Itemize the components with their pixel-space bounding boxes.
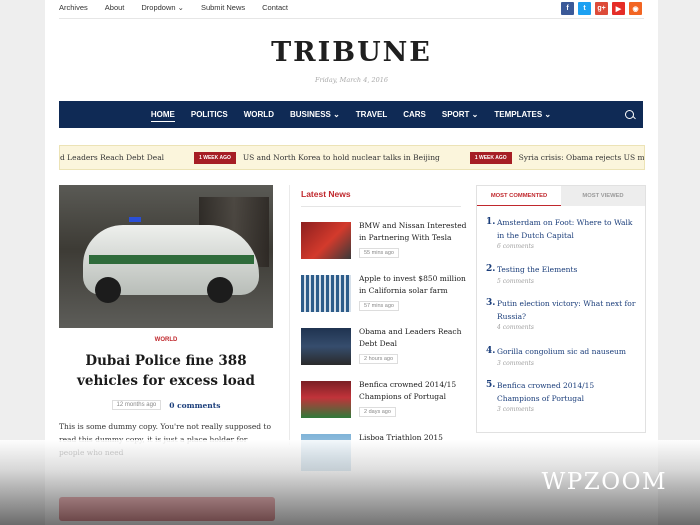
news-time: 55 mins ago xyxy=(359,248,399,258)
social-icons: f t g+ ▶ ◉ xyxy=(561,2,642,15)
nav-cars[interactable]: CARS xyxy=(403,101,426,128)
news-ticker: d Leaders Reach Debt Deal 1 WEEK AGO US … xyxy=(59,145,645,170)
main-nav: HOME POLITICS WORLD BUSINESS ⌄ TRAVEL CA… xyxy=(59,101,643,128)
news-time: 2 hours ago xyxy=(359,354,399,364)
latest-news-item[interactable]: Apple to invest $850 million in Californ… xyxy=(301,273,471,323)
list-item-title[interactable]: Testing the Elements xyxy=(497,264,637,277)
news-thumbnail[interactable] xyxy=(301,328,351,365)
news-time: 57 mins ago xyxy=(359,301,399,311)
nav-world[interactable]: WORLD xyxy=(244,101,274,128)
top-nav-archives[interactable]: Archives xyxy=(59,3,88,13)
divider xyxy=(301,206,461,207)
ticker-item[interactable]: US and North Korea to hold nuclear talks… xyxy=(243,153,440,162)
list-item-title[interactable]: Gorilla congolium sic ad nauseum xyxy=(497,346,637,359)
list-item-title[interactable]: Benfica crowned 2014/15 Champions of Por… xyxy=(497,380,637,405)
wheel-shape xyxy=(207,277,233,303)
search-icon[interactable] xyxy=(625,110,634,119)
list-number: 5. xyxy=(486,380,496,390)
header-date: Friday, March 4, 2016 xyxy=(314,76,388,84)
twitter-icon[interactable]: t xyxy=(578,2,591,15)
list-item-comments: 3 comments xyxy=(497,360,534,367)
list-item-title[interactable]: Amsterdam on Foot: Where to Walk in the … xyxy=(497,217,637,242)
latest-news-heading: Latest News xyxy=(301,189,351,199)
featured-image[interactable] xyxy=(59,185,273,328)
news-title[interactable]: Obama and Leaders Reach Debt Deal xyxy=(359,326,469,349)
featured-meta: 12 months ago 0 comments xyxy=(59,400,273,410)
column-divider xyxy=(289,185,290,445)
featured-time: 12 months ago xyxy=(111,400,162,410)
news-title[interactable]: BMW and Nissan Interested in Partnering … xyxy=(359,220,469,243)
tab-most-viewed[interactable]: MOST VIEWED xyxy=(561,186,645,206)
nav-templates[interactable]: TEMPLATES ⌄ xyxy=(494,101,551,128)
googleplus-icon[interactable]: g+ xyxy=(595,2,608,15)
news-thumbnail[interactable] xyxy=(301,381,351,418)
top-nav: Archives About Dropdown ⌄ Submit News Co… xyxy=(59,3,305,13)
latest-news-item[interactable]: Obama and Leaders Reach Debt Deal 2 hour… xyxy=(301,326,471,376)
list-number: 1. xyxy=(486,217,496,227)
top-nav-about[interactable]: About xyxy=(105,3,125,13)
siren-light-shape xyxy=(129,217,141,222)
facebook-icon[interactable]: f xyxy=(561,2,574,15)
news-thumbnail[interactable] xyxy=(301,275,351,312)
latest-news-item[interactable]: BMW and Nissan Interested in Partnering … xyxy=(301,220,471,270)
car-stripe-shape xyxy=(89,255,254,264)
nav-home[interactable]: HOME xyxy=(150,101,175,128)
nav-sport[interactable]: SPORT ⌄ xyxy=(442,101,478,128)
wpzoom-watermark: WPZOOM xyxy=(541,469,667,495)
featured-category[interactable]: WORLD xyxy=(59,337,273,343)
news-title[interactable]: Apple to invest $850 million in Californ… xyxy=(359,273,469,296)
ticker-badge: 1 WEEK AGO xyxy=(194,151,236,164)
popular-widget: MOST COMMENTED MOST VIEWED 1. Amsterdam … xyxy=(476,185,646,433)
ticker-item[interactable]: Syria crisis: Obama rejects US military … xyxy=(519,153,644,162)
list-number: 4. xyxy=(486,346,496,356)
featured-comments-link[interactable]: 0 comments xyxy=(169,401,220,410)
site-logo[interactable]: TRIBUNE xyxy=(45,37,658,68)
nav-politics[interactable]: POLITICS xyxy=(191,101,228,128)
list-item-comments: 6 comments xyxy=(497,243,534,250)
nav-travel[interactable]: TRAVEL xyxy=(356,101,387,128)
news-title[interactable]: Benfica crowned 2014/15 Champions of Por… xyxy=(359,379,469,402)
list-item-comments: 3 comments xyxy=(497,406,534,413)
latest-news-item[interactable]: Benfica crowned 2014/15 Champions of Por… xyxy=(301,379,471,429)
list-number: 3. xyxy=(486,298,496,308)
top-nav-submit-news[interactable]: Submit News xyxy=(201,3,245,13)
list-item-comments: 4 comments xyxy=(497,324,534,331)
top-nav-contact[interactable]: Contact xyxy=(262,3,288,13)
tab-most-commented[interactable]: MOST COMMENTED xyxy=(477,186,561,206)
youtube-icon[interactable]: ▶ xyxy=(612,2,625,15)
list-item-comments: 5 comments xyxy=(497,278,534,285)
news-time: 2 days ago xyxy=(359,407,396,417)
news-thumbnail[interactable] xyxy=(301,222,351,259)
ticker-item[interactable]: d Leaders Reach Debt Deal xyxy=(60,153,164,162)
featured-title[interactable]: Dubai Police fine 388 vehicles for exces… xyxy=(59,351,273,391)
divider xyxy=(59,18,644,19)
ticker-badge: 1 WEEK AGO xyxy=(469,151,512,164)
list-item-title[interactable]: Putin election victory: What next for Ru… xyxy=(497,298,637,323)
nav-business[interactable]: BUSINESS ⌄ xyxy=(290,101,340,128)
rss-icon[interactable]: ◉ xyxy=(629,2,642,15)
wheel-shape xyxy=(95,277,121,303)
widget-tabs: MOST COMMENTED MOST VIEWED xyxy=(477,186,645,206)
list-number: 2. xyxy=(486,264,496,274)
top-nav-dropdown[interactable]: Dropdown ⌄ xyxy=(141,3,184,13)
